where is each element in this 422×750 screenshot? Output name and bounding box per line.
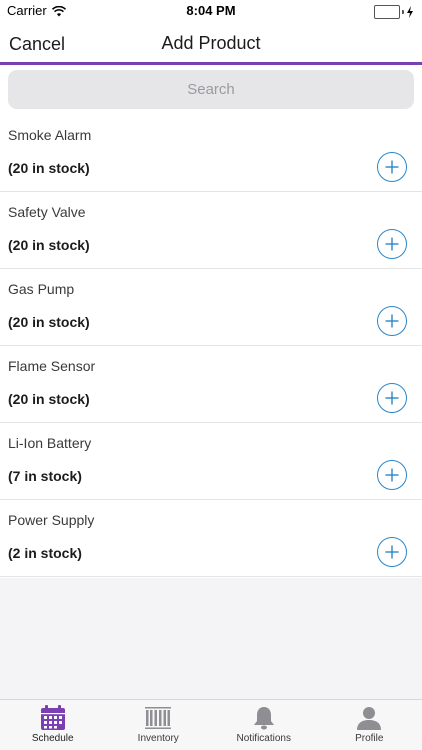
stock-count: (20 in stock) bbox=[8, 314, 90, 330]
charging-bolt-icon bbox=[407, 6, 413, 18]
plus-circle-icon bbox=[385, 468, 399, 482]
nav-accent-line bbox=[0, 62, 422, 65]
stock-count: (20 in stock) bbox=[8, 391, 90, 407]
plus-circle-icon bbox=[385, 391, 399, 405]
person-icon bbox=[357, 707, 382, 730]
bell-icon bbox=[253, 707, 274, 730]
product-name: Smoke Alarm bbox=[8, 127, 92, 143]
plus-circle-icon bbox=[385, 314, 399, 328]
add-product-button[interactable] bbox=[377, 306, 407, 336]
product-list: Smoke Alarm (20 in stock) Safety Valve (… bbox=[0, 115, 422, 577]
list-item: Flame Sensor (20 in stock) bbox=[0, 346, 422, 423]
stock-count: (2 in stock) bbox=[8, 545, 82, 561]
list-item: Li-Ion Battery (7 in stock) bbox=[0, 423, 422, 500]
plus-circle-icon bbox=[385, 545, 399, 559]
tab-profile[interactable]: Profile bbox=[317, 700, 422, 750]
calendar-icon bbox=[40, 705, 65, 730]
tab-schedule[interactable]: Schedule bbox=[0, 700, 106, 750]
add-product-screen: Carrier 8:04 PM Cancel Add Product Smoke… bbox=[0, 0, 422, 750]
add-product-button[interactable] bbox=[377, 229, 407, 259]
tab-label: Schedule bbox=[31, 733, 74, 744]
list-item: Gas Pump (20 in stock) bbox=[0, 269, 422, 346]
tab-label: Notifications bbox=[236, 733, 291, 744]
plus-circle-icon bbox=[385, 237, 399, 251]
add-product-button[interactable] bbox=[377, 152, 407, 182]
stock-count: (7 in stock) bbox=[8, 468, 82, 484]
empty-list-area bbox=[0, 578, 422, 699]
stock-count: (20 in stock) bbox=[8, 160, 90, 176]
list-item: Power Supply (2 in stock) bbox=[0, 500, 422, 577]
search-input[interactable] bbox=[8, 70, 414, 109]
status-time: 8:04 PM bbox=[186, 3, 236, 18]
barcode-icon bbox=[145, 707, 172, 729]
product-name: Li-Ion Battery bbox=[8, 435, 92, 451]
stock-count: (20 in stock) bbox=[8, 237, 90, 253]
list-item: Smoke Alarm (20 in stock) bbox=[0, 115, 422, 192]
list-item: Safety Valve (20 in stock) bbox=[0, 192, 422, 269]
product-name: Safety Valve bbox=[8, 204, 86, 220]
add-product-button[interactable] bbox=[377, 460, 407, 490]
battery-indicator bbox=[374, 5, 414, 19]
add-product-button[interactable] bbox=[377, 383, 407, 413]
navigation-bar: Cancel Add Product bbox=[0, 22, 422, 62]
tab-bar: Schedule Inventory Notifications Profile bbox=[0, 699, 422, 750]
page-title: Add Product bbox=[161, 33, 261, 53]
tab-label: Profile bbox=[355, 733, 384, 744]
tab-inventory[interactable]: Inventory bbox=[106, 700, 212, 750]
tab-notifications[interactable]: Notifications bbox=[211, 700, 317, 750]
tab-label: Inventory bbox=[137, 733, 179, 744]
product-name: Gas Pump bbox=[8, 281, 75, 297]
product-name: Flame Sensor bbox=[8, 358, 96, 374]
add-product-button[interactable] bbox=[377, 537, 407, 567]
plus-circle-icon bbox=[385, 160, 399, 174]
product-name: Power Supply bbox=[8, 512, 95, 528]
battery-icon bbox=[374, 5, 400, 19]
status-bar: Carrier 8:04 PM bbox=[0, 0, 422, 22]
